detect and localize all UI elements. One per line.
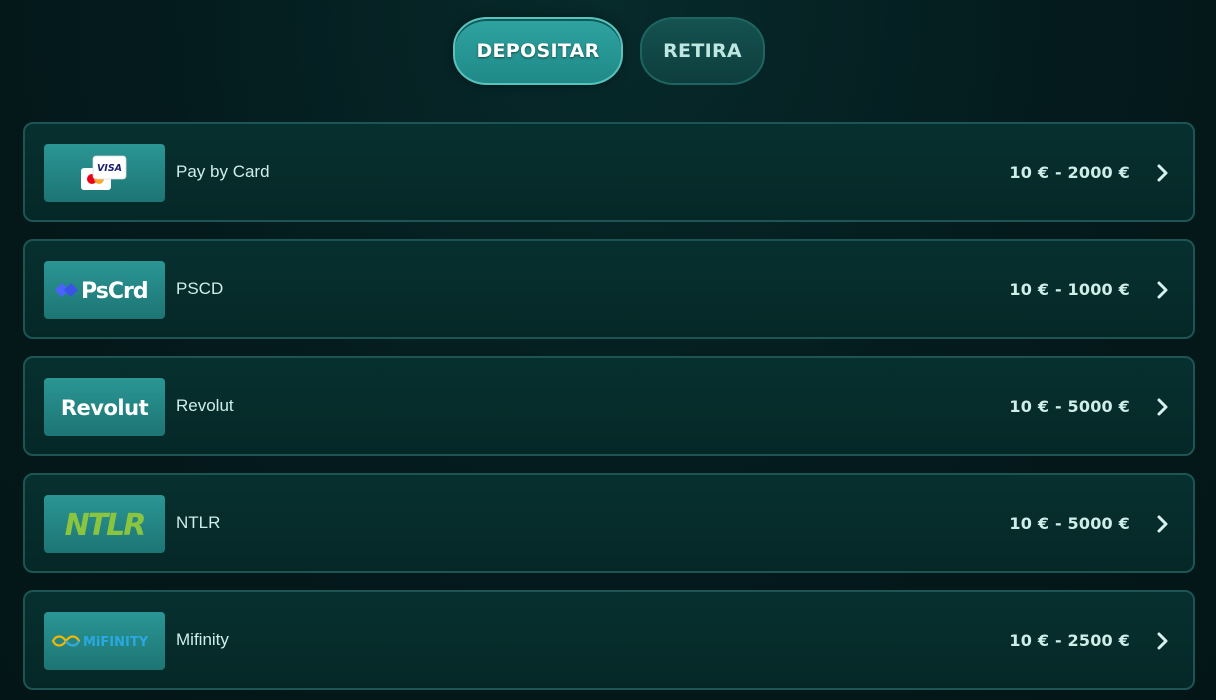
payment-method-row[interactable]: PsCrd PSCD 10 € - 1000 € <box>23 239 1195 339</box>
svg-text:VISA: VISA <box>97 163 122 174</box>
chevron-right-icon[interactable] <box>1151 630 1173 652</box>
method-name: Mifinity <box>176 630 229 649</box>
method-range: 10 € - 5000 € <box>1009 396 1130 416</box>
payment-method-row[interactable]: NTLR NTLR 10 € - 5000 € <box>23 473 1195 573</box>
tab-withdraw[interactable]: RETIRA <box>640 17 765 85</box>
ntlr-logo-icon: NTLR <box>44 495 165 553</box>
mifinity-logo-icon: MiFINITY <box>44 612 165 670</box>
svg-text:PsCrd: PsCrd <box>81 279 148 304</box>
method-range: 10 € - 2000 € <box>1009 162 1130 182</box>
svg-text:Revolut: Revolut <box>61 396 149 420</box>
method-name: NTLR <box>176 513 221 532</box>
method-name: PSCD <box>176 279 224 298</box>
chevron-right-icon[interactable] <box>1151 396 1173 418</box>
chevron-right-icon[interactable] <box>1151 162 1173 184</box>
method-name: Pay by Card <box>176 162 270 181</box>
svg-text:NTLR: NTLR <box>65 508 145 543</box>
method-range: 10 € - 5000 € <box>1009 513 1130 533</box>
chevron-right-icon[interactable] <box>1151 513 1173 535</box>
pscrd-logo-icon: PsCrd <box>44 261 165 319</box>
payment-page: DEPOSITAR RETIRA VISA Pay by Card 10 € -… <box>0 0 1216 700</box>
card-logo-icon: VISA <box>44 144 165 202</box>
tab-bar: DEPOSITAR RETIRA <box>0 17 1216 85</box>
payment-method-row[interactable]: MiFINITY Mifinity 10 € - 2500 € <box>23 590 1195 690</box>
tab-deposit[interactable]: DEPOSITAR <box>453 17 623 85</box>
revolut-logo-icon: Revolut <box>44 378 165 436</box>
method-range: 10 € - 1000 € <box>1009 279 1130 299</box>
payment-methods-list: VISA Pay by Card 10 € - 2000 € PsCrd PSC… <box>23 122 1195 700</box>
chevron-right-icon[interactable] <box>1151 279 1173 301</box>
payment-method-row[interactable]: Revolut Revolut 10 € - 5000 € <box>23 356 1195 456</box>
method-range: 10 € - 2500 € <box>1009 630 1130 650</box>
payment-method-row[interactable]: VISA Pay by Card 10 € - 2000 € <box>23 122 1195 222</box>
method-name: Revolut <box>176 396 234 415</box>
svg-text:MiFINITY: MiFINITY <box>83 635 149 650</box>
